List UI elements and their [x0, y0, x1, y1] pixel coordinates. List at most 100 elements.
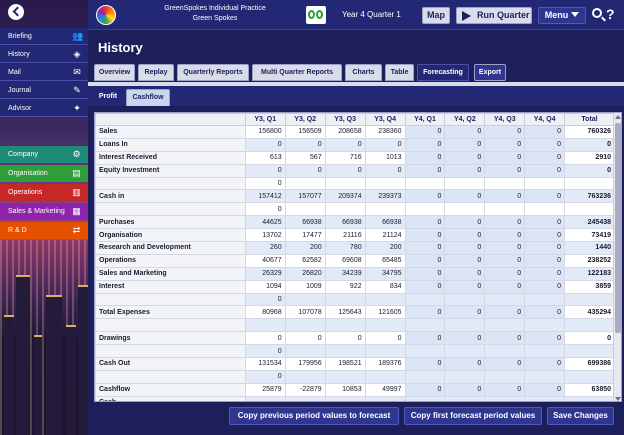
- forecast-cell[interactable]: [444, 369, 486, 384]
- help-icon[interactable]: ?: [606, 6, 615, 22]
- forecast-cell[interactable]: [444, 202, 486, 217]
- sidebar-item-mail[interactable]: Mail ✉: [0, 64, 88, 81]
- forecast-cell[interactable]: 0: [524, 279, 566, 294]
- forecast-cell[interactable]: [524, 292, 566, 307]
- scroll-up-icon[interactable]: [615, 115, 621, 119]
- forecast-cell[interactable]: [444, 318, 486, 333]
- forecast-cell[interactable]: 0: [404, 163, 446, 178]
- forecast-cell[interactable]: [484, 344, 526, 359]
- save-changes-button[interactable]: Save Changes: [547, 407, 614, 425]
- forecast-cell[interactable]: [404, 318, 446, 333]
- forecast-cell[interactable]: 0: [444, 137, 486, 152]
- forecast-cell[interactable]: 0: [444, 253, 486, 268]
- forecast-cell[interactable]: [484, 318, 526, 333]
- sidebar-item-organisation[interactable]: Organisation ▤: [0, 165, 88, 182]
- forecast-cell[interactable]: 0: [524, 253, 566, 268]
- tab-charts[interactable]: Charts: [345, 64, 382, 81]
- forecast-cell[interactable]: 0: [444, 331, 486, 346]
- forecast-cell[interactable]: 0: [484, 137, 526, 152]
- forecast-cell[interactable]: 0: [484, 125, 526, 139]
- forecast-cell[interactable]: 0: [444, 125, 486, 139]
- forecast-cell[interactable]: [444, 292, 486, 307]
- forecast-cell[interactable]: [524, 318, 566, 333]
- forecast-cell[interactable]: 0: [444, 357, 486, 371]
- forecast-cell[interactable]: [484, 202, 526, 217]
- forecast-cell[interactable]: 0: [444, 215, 486, 230]
- forecast-cell[interactable]: [524, 395, 566, 401]
- forecast-cell[interactable]: [444, 176, 486, 191]
- forecast-cell[interactable]: [444, 395, 486, 401]
- sidebar-item-company[interactable]: Company ⚙: [0, 146, 88, 163]
- forecast-cell[interactable]: 0: [524, 357, 566, 371]
- forecast-cell[interactable]: [524, 202, 566, 217]
- copy-previous-button[interactable]: Copy previous period values to forecast: [229, 407, 399, 425]
- forecast-cell[interactable]: 0: [484, 266, 526, 281]
- forecast-cell[interactable]: [404, 176, 446, 191]
- forecast-cell[interactable]: [404, 344, 446, 359]
- forecast-cell[interactable]: 0: [404, 331, 446, 346]
- forecast-cell[interactable]: [524, 344, 566, 359]
- cashflow-table-container[interactable]: Y3, Q1 Y3, Q2 Y3, Q3 Y3, Q4 Y4, Q1 Y4, Q2 Y4, …: [94, 112, 622, 402]
- tab-quarterly-reports[interactable]: Quarterly Reports: [177, 64, 249, 81]
- forecast-cell[interactable]: [484, 395, 526, 401]
- forecast-cell[interactable]: 0: [524, 163, 566, 178]
- forecast-cell[interactable]: 0: [484, 357, 526, 371]
- forecast-cell[interactable]: [444, 344, 486, 359]
- forecast-cell[interactable]: 0: [404, 125, 446, 139]
- menu-button[interactable]: Menu: [538, 7, 586, 24]
- subtab-profit[interactable]: Profit: [94, 89, 122, 106]
- subtab-cashflow[interactable]: Cashflow: [126, 89, 170, 106]
- sidebar-item-sales-marketing[interactable]: Sales & Marketing ▦: [0, 203, 88, 220]
- forecast-cell[interactable]: [484, 292, 526, 307]
- forecast-cell[interactable]: 0: [524, 228, 566, 243]
- scrollbar-thumb[interactable]: [615, 123, 621, 333]
- tab-multi-quarter-reports[interactable]: Multi Quarter Reports: [252, 64, 342, 81]
- forecast-cell[interactable]: 0: [484, 382, 526, 397]
- forecast-cell[interactable]: 0: [484, 331, 526, 346]
- forecast-cell[interactable]: 0: [484, 253, 526, 268]
- forecast-cell[interactable]: 0: [404, 189, 446, 204]
- forecast-cell[interactable]: 0: [404, 150, 446, 165]
- forecast-cell[interactable]: 0: [404, 253, 446, 268]
- forecast-cell[interactable]: 0: [404, 215, 446, 230]
- forecast-cell[interactable]: 0: [524, 305, 566, 320]
- forecast-cell[interactable]: 0: [404, 279, 446, 294]
- forecast-cell[interactable]: 0: [484, 150, 526, 165]
- forecast-cell[interactable]: 0: [484, 305, 526, 320]
- sidebar-item-journal[interactable]: Journal ✎: [0, 82, 88, 99]
- tab-replay[interactable]: Replay: [138, 64, 174, 81]
- forecast-cell[interactable]: 0: [524, 215, 566, 230]
- forecast-cell[interactable]: [524, 176, 566, 191]
- forecast-cell[interactable]: [404, 292, 446, 307]
- sidebar-item-advisor[interactable]: Advisor ✦: [0, 100, 88, 117]
- copy-first-forecast-button[interactable]: Copy first forecast period values: [404, 407, 542, 425]
- forecast-cell[interactable]: [484, 369, 526, 384]
- forecast-cell[interactable]: 0: [404, 241, 446, 255]
- forecast-cell[interactable]: [404, 369, 446, 384]
- forecast-cell[interactable]: 0: [484, 215, 526, 230]
- sidebar-item-operations[interactable]: Operations ▥: [0, 184, 88, 201]
- forecast-cell[interactable]: 0: [524, 150, 566, 165]
- tab-forecasting[interactable]: Forecasting: [417, 64, 469, 81]
- forecast-cell[interactable]: [524, 369, 566, 384]
- forecast-cell[interactable]: 0: [444, 266, 486, 281]
- export-button[interactable]: Export: [474, 64, 506, 81]
- map-button[interactable]: Map: [422, 7, 450, 24]
- sidebar-item-briefing[interactable]: Briefing 👥: [0, 28, 88, 45]
- forecast-cell[interactable]: 0: [444, 150, 486, 165]
- forecast-cell[interactable]: [484, 176, 526, 191]
- sidebar-item-history[interactable]: History ◈: [0, 46, 88, 63]
- tab-table[interactable]: Table: [385, 64, 414, 81]
- scroll-down-icon[interactable]: [615, 397, 621, 401]
- forecast-cell[interactable]: 0: [524, 137, 566, 152]
- search-icon[interactable]: [592, 8, 602, 18]
- forecast-cell[interactable]: 0: [444, 382, 486, 397]
- forecast-cell[interactable]: 0: [484, 163, 526, 178]
- forecast-cell[interactable]: 0: [404, 382, 446, 397]
- forecast-cell[interactable]: 0: [524, 189, 566, 204]
- forecast-cell[interactable]: 0: [444, 163, 486, 178]
- vertical-scrollbar[interactable]: [613, 113, 621, 401]
- forecast-cell[interactable]: 0: [524, 331, 566, 346]
- forecast-cell[interactable]: 0: [524, 266, 566, 281]
- forecast-cell[interactable]: 0: [444, 305, 486, 320]
